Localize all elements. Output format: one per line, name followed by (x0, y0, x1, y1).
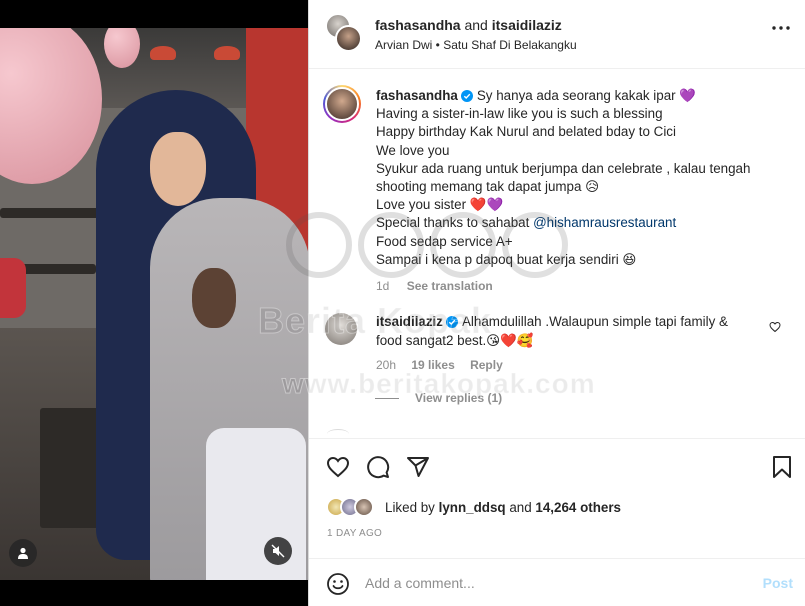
video-frame (0, 28, 308, 580)
likes-summary: Liked by lynn_ddsq and 14,264 others (326, 496, 621, 518)
more-icon[interactable] (772, 26, 790, 30)
see-translation-button[interactable]: See translation (407, 279, 493, 293)
add-comment-bar: Post (309, 558, 805, 606)
avatar (354, 497, 374, 517)
caption-text: Sy hanya ada seorang kakak ipar 💜 (476, 88, 697, 103)
emoji-icon[interactable] (326, 572, 350, 596)
view-replies-button[interactable]: View replies (1) (375, 391, 502, 405)
reply-button[interactable]: Reply (470, 358, 503, 372)
bookmark-icon[interactable] (772, 455, 792, 479)
likes-text: Liked by lynn_ddsq and 14,264 others (385, 500, 621, 515)
loading-spinner (327, 429, 349, 438)
comment-text: Alhamdulillah .Walaupun simple tapi fami… (461, 314, 728, 329)
avatar[interactable] (325, 313, 357, 345)
comment-username[interactable]: itsaidilaziz (376, 314, 443, 329)
instagram-post-modal: fashasandha and itsaidilaziz Arvian Dwi … (0, 0, 805, 606)
liker-username[interactable]: lynn_ddsq (439, 500, 506, 515)
mute-button[interactable] (264, 537, 292, 565)
user-tag-button[interactable] (9, 539, 37, 567)
heart-icon[interactable] (326, 455, 350, 479)
comment-body: itsaidilaziz Alhamdulillah .Walaupun simp… (376, 313, 761, 375)
post-timestamp[interactable]: 1 DAY AGO (327, 528, 382, 539)
verified-icon (445, 316, 458, 328)
post-side-panel: fashasandha and itsaidilaziz Arvian Dwi … (308, 0, 805, 606)
share-icon[interactable] (406, 455, 430, 479)
caption-age[interactable]: 1d (376, 279, 389, 293)
caption-first-line: fashasandha Sy hanya ada seorang kakak ip… (376, 87, 786, 105)
post-comment-button[interactable]: Post (763, 575, 793, 591)
comment-first-line: itsaidilaziz Alhamdulillah .Walaupun simp… (376, 313, 761, 332)
likes-prefix: Liked by (385, 499, 435, 515)
caption-body: fashasandha Sy hanya ada seorang kakak ip… (376, 87, 786, 295)
caption-text: Syukur ada ruang untuk berjumpa dan cele… (376, 160, 751, 176)
post-actions: Liked by lynn_ddsq and 14,264 others 1 D… (309, 438, 805, 558)
view-replies-label: View replies (1) (415, 391, 503, 405)
post-authors: fashasandha and itsaidilaziz (375, 17, 562, 33)
caption-username[interactable]: fashasandha (376, 88, 458, 103)
collaborator-username[interactable]: itsaidilaziz (492, 17, 562, 33)
mute-icon (271, 544, 285, 558)
heart-icon[interactable] (769, 321, 781, 333)
comments-scroll-area[interactable]: fashasandha Sy hanya ada seorang kakak ip… (309, 70, 805, 438)
caption-text: shooting memang tak dapat jumpa 😥 (376, 179, 600, 195)
music-attribution[interactable]: Arvian Dwi • Satu Shaf Di Belakangku (375, 38, 577, 52)
post-header: fashasandha and itsaidilaziz Arvian Dwi … (309, 0, 805, 69)
caption-text: Food sedap service A+ (376, 233, 513, 249)
verified-icon (460, 90, 473, 102)
caption-text: We love you (376, 142, 450, 158)
comment-age[interactable]: 20h (376, 358, 396, 372)
liker-avatars[interactable] (326, 496, 378, 518)
comment-icon[interactable] (366, 455, 390, 479)
avatar[interactable] (323, 85, 361, 123)
caption-text: Special thanks to sahabat (376, 215, 534, 231)
restaurant-mention-link[interactable]: @hishamrausrestaurant (533, 215, 676, 230)
comment-text: food sangat2 best.😘❤️🥰 (376, 332, 534, 348)
comment-likes-count[interactable]: 19 likes (411, 358, 454, 372)
caption-text: Love you sister ❤️💜 (376, 197, 504, 213)
post-video[interactable] (0, 28, 308, 580)
likes-others-link[interactable]: 14,264 others (535, 500, 621, 515)
caption-text: Sampai i kena p dapoq buat kerja sendiri… (376, 251, 637, 267)
caption-meta: 1d See translation (376, 277, 786, 295)
comment-meta: 20h 19 likes Reply (376, 356, 761, 375)
user-tag-icon (18, 547, 28, 559)
likes-connector: and (509, 499, 532, 515)
collab-avatars[interactable] (326, 14, 362, 54)
replies-divider (375, 398, 399, 400)
comment-input[interactable] (365, 570, 745, 596)
owner-username[interactable]: fashasandha (375, 17, 461, 33)
avatar (335, 25, 362, 52)
caption-text: Happy birthday Kak Nurul and belated bda… (376, 124, 676, 140)
caption-thanks-line: Special thanks to sahabat @hishamrausres… (376, 214, 786, 232)
authors-connector: and (464, 17, 488, 33)
caption-text: Having a sister-in-law like you is such … (376, 106, 663, 122)
